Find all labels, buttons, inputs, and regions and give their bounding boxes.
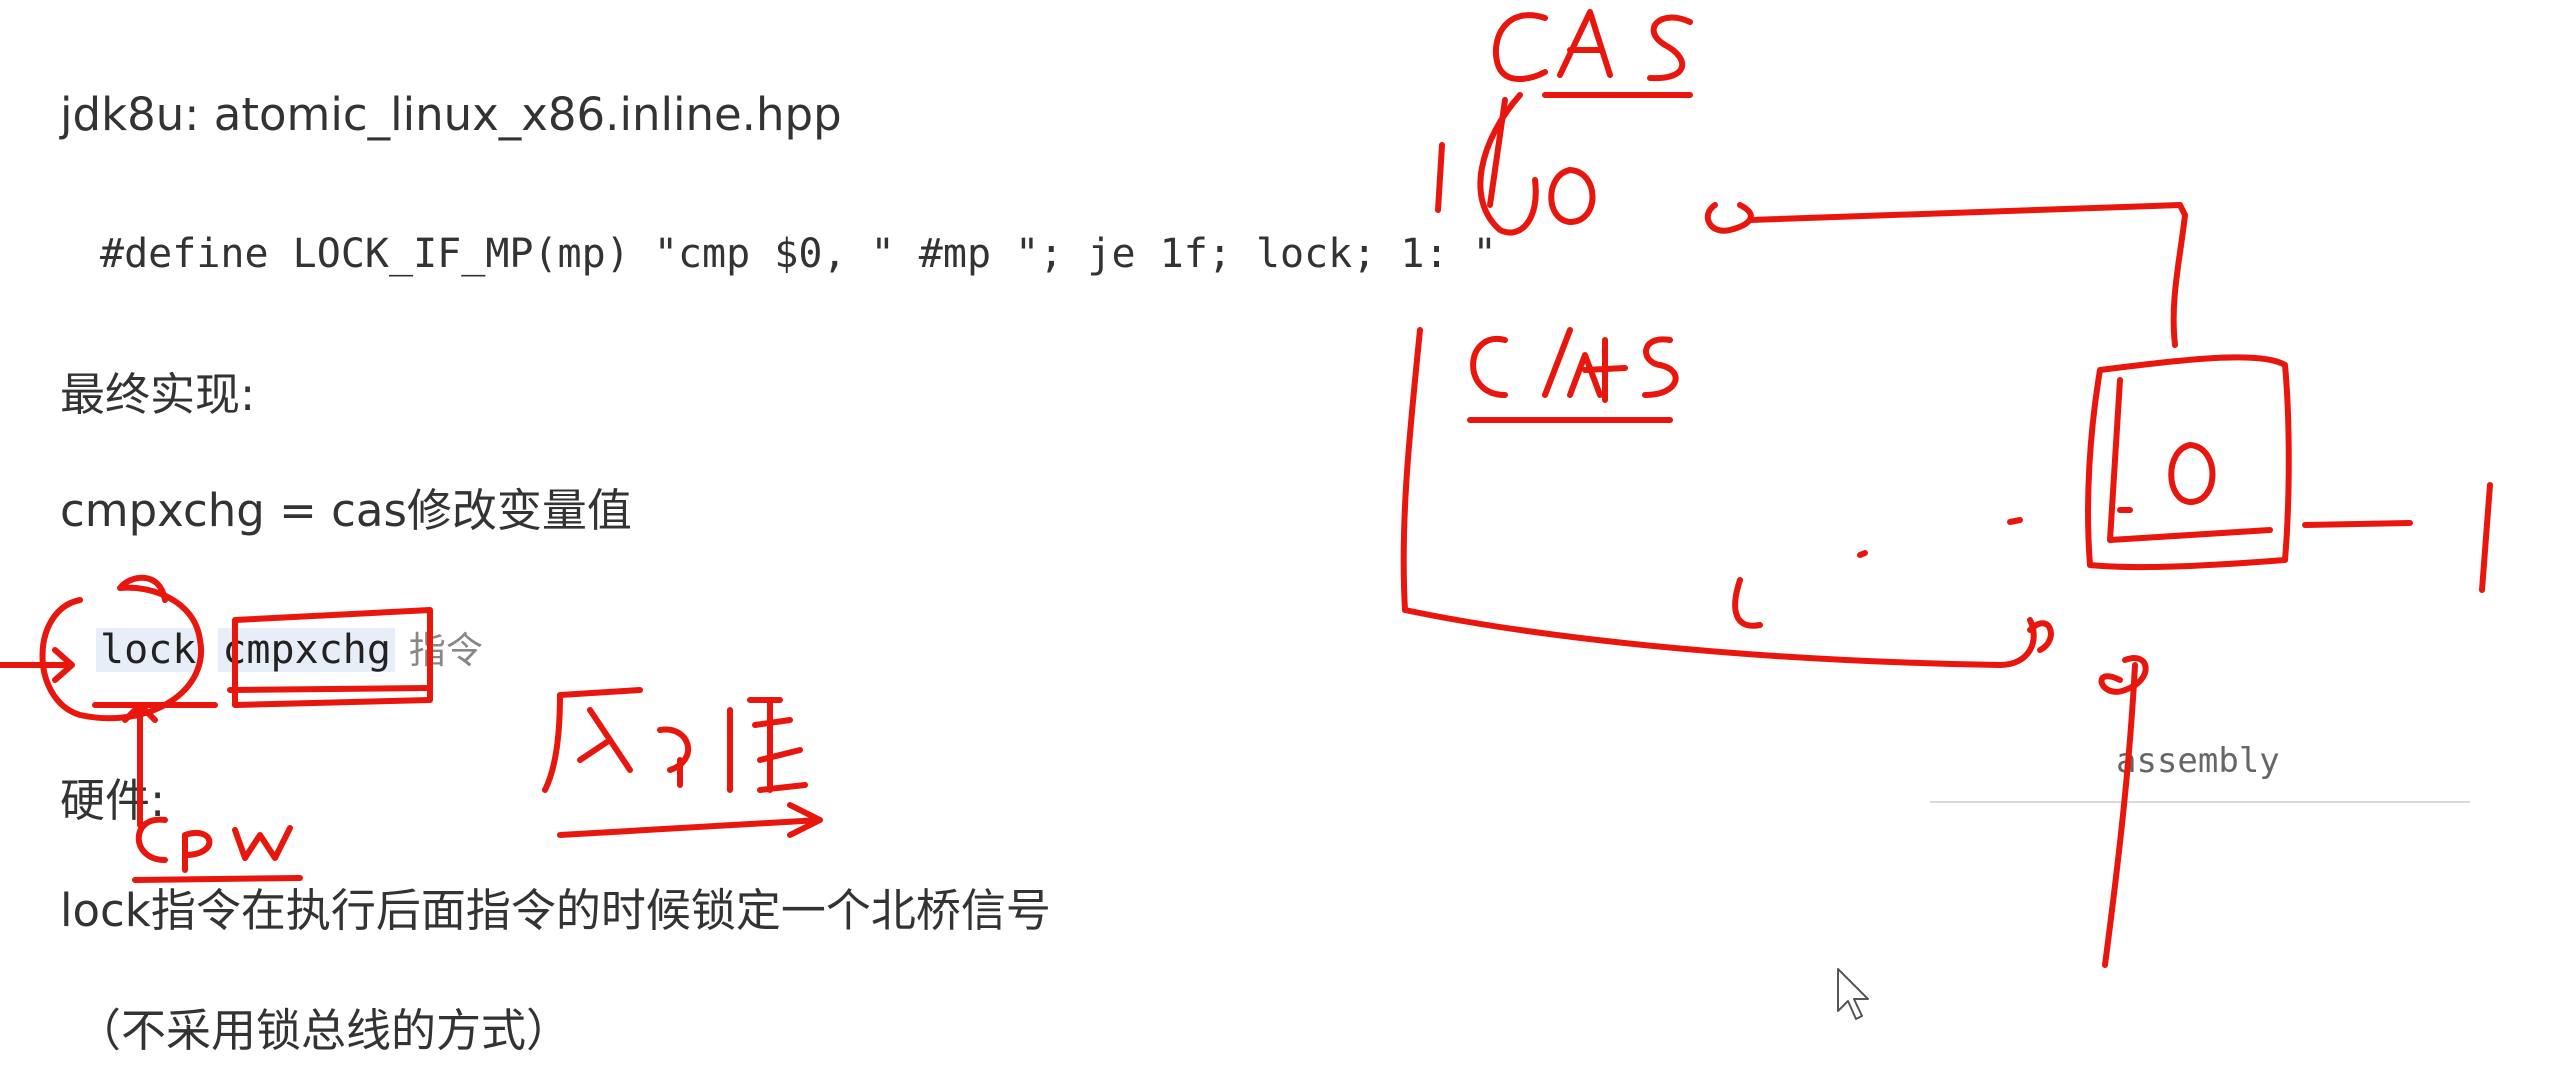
mouse-cursor-icon: [1837, 968, 1869, 1020]
annotation-down-line: [2102, 662, 2138, 968]
annotation-right-bar: [2479, 482, 2493, 593]
annotation-cpu: [132, 816, 303, 883]
annotation-dash-right: [2302, 520, 2413, 528]
annotation-cas: [1492, 9, 1693, 98]
annotation-left-arrow: [0, 647, 75, 683]
annotation-link-mark: [1704, 202, 1754, 234]
annotation-left-vertical: [1400, 327, 1423, 613]
handwritten-annotations: [0, 9, 2493, 968]
annotation-cmpxchg-underline: [227, 685, 433, 693]
annotation-zero-top: [1548, 167, 1596, 225]
annotation-stroke-a: [1435, 142, 1445, 213]
annotation-top-path: [1747, 202, 2188, 348]
annotation-dash-left: [2007, 517, 2023, 525]
annotation-stroke-b: [1487, 97, 1508, 208]
annotation-atomicity: [542, 687, 823, 838]
annotation-lock-circle: [39, 574, 205, 722]
annotation-c-plus-5: [1467, 327, 1679, 423]
annotation-cpu-arrow: [122, 702, 158, 828]
annotation-box-zero: [2168, 442, 2216, 505]
annotation-dot: [1857, 550, 1868, 558]
annotation-bracket-loop: [1477, 92, 1539, 236]
annotation-bottom-path: [1402, 607, 2037, 668]
annotation-down-loop: [2098, 655, 2149, 695]
annotation-squiggle: [1732, 577, 1763, 629]
annotation-box-inner: [2107, 377, 2273, 543]
